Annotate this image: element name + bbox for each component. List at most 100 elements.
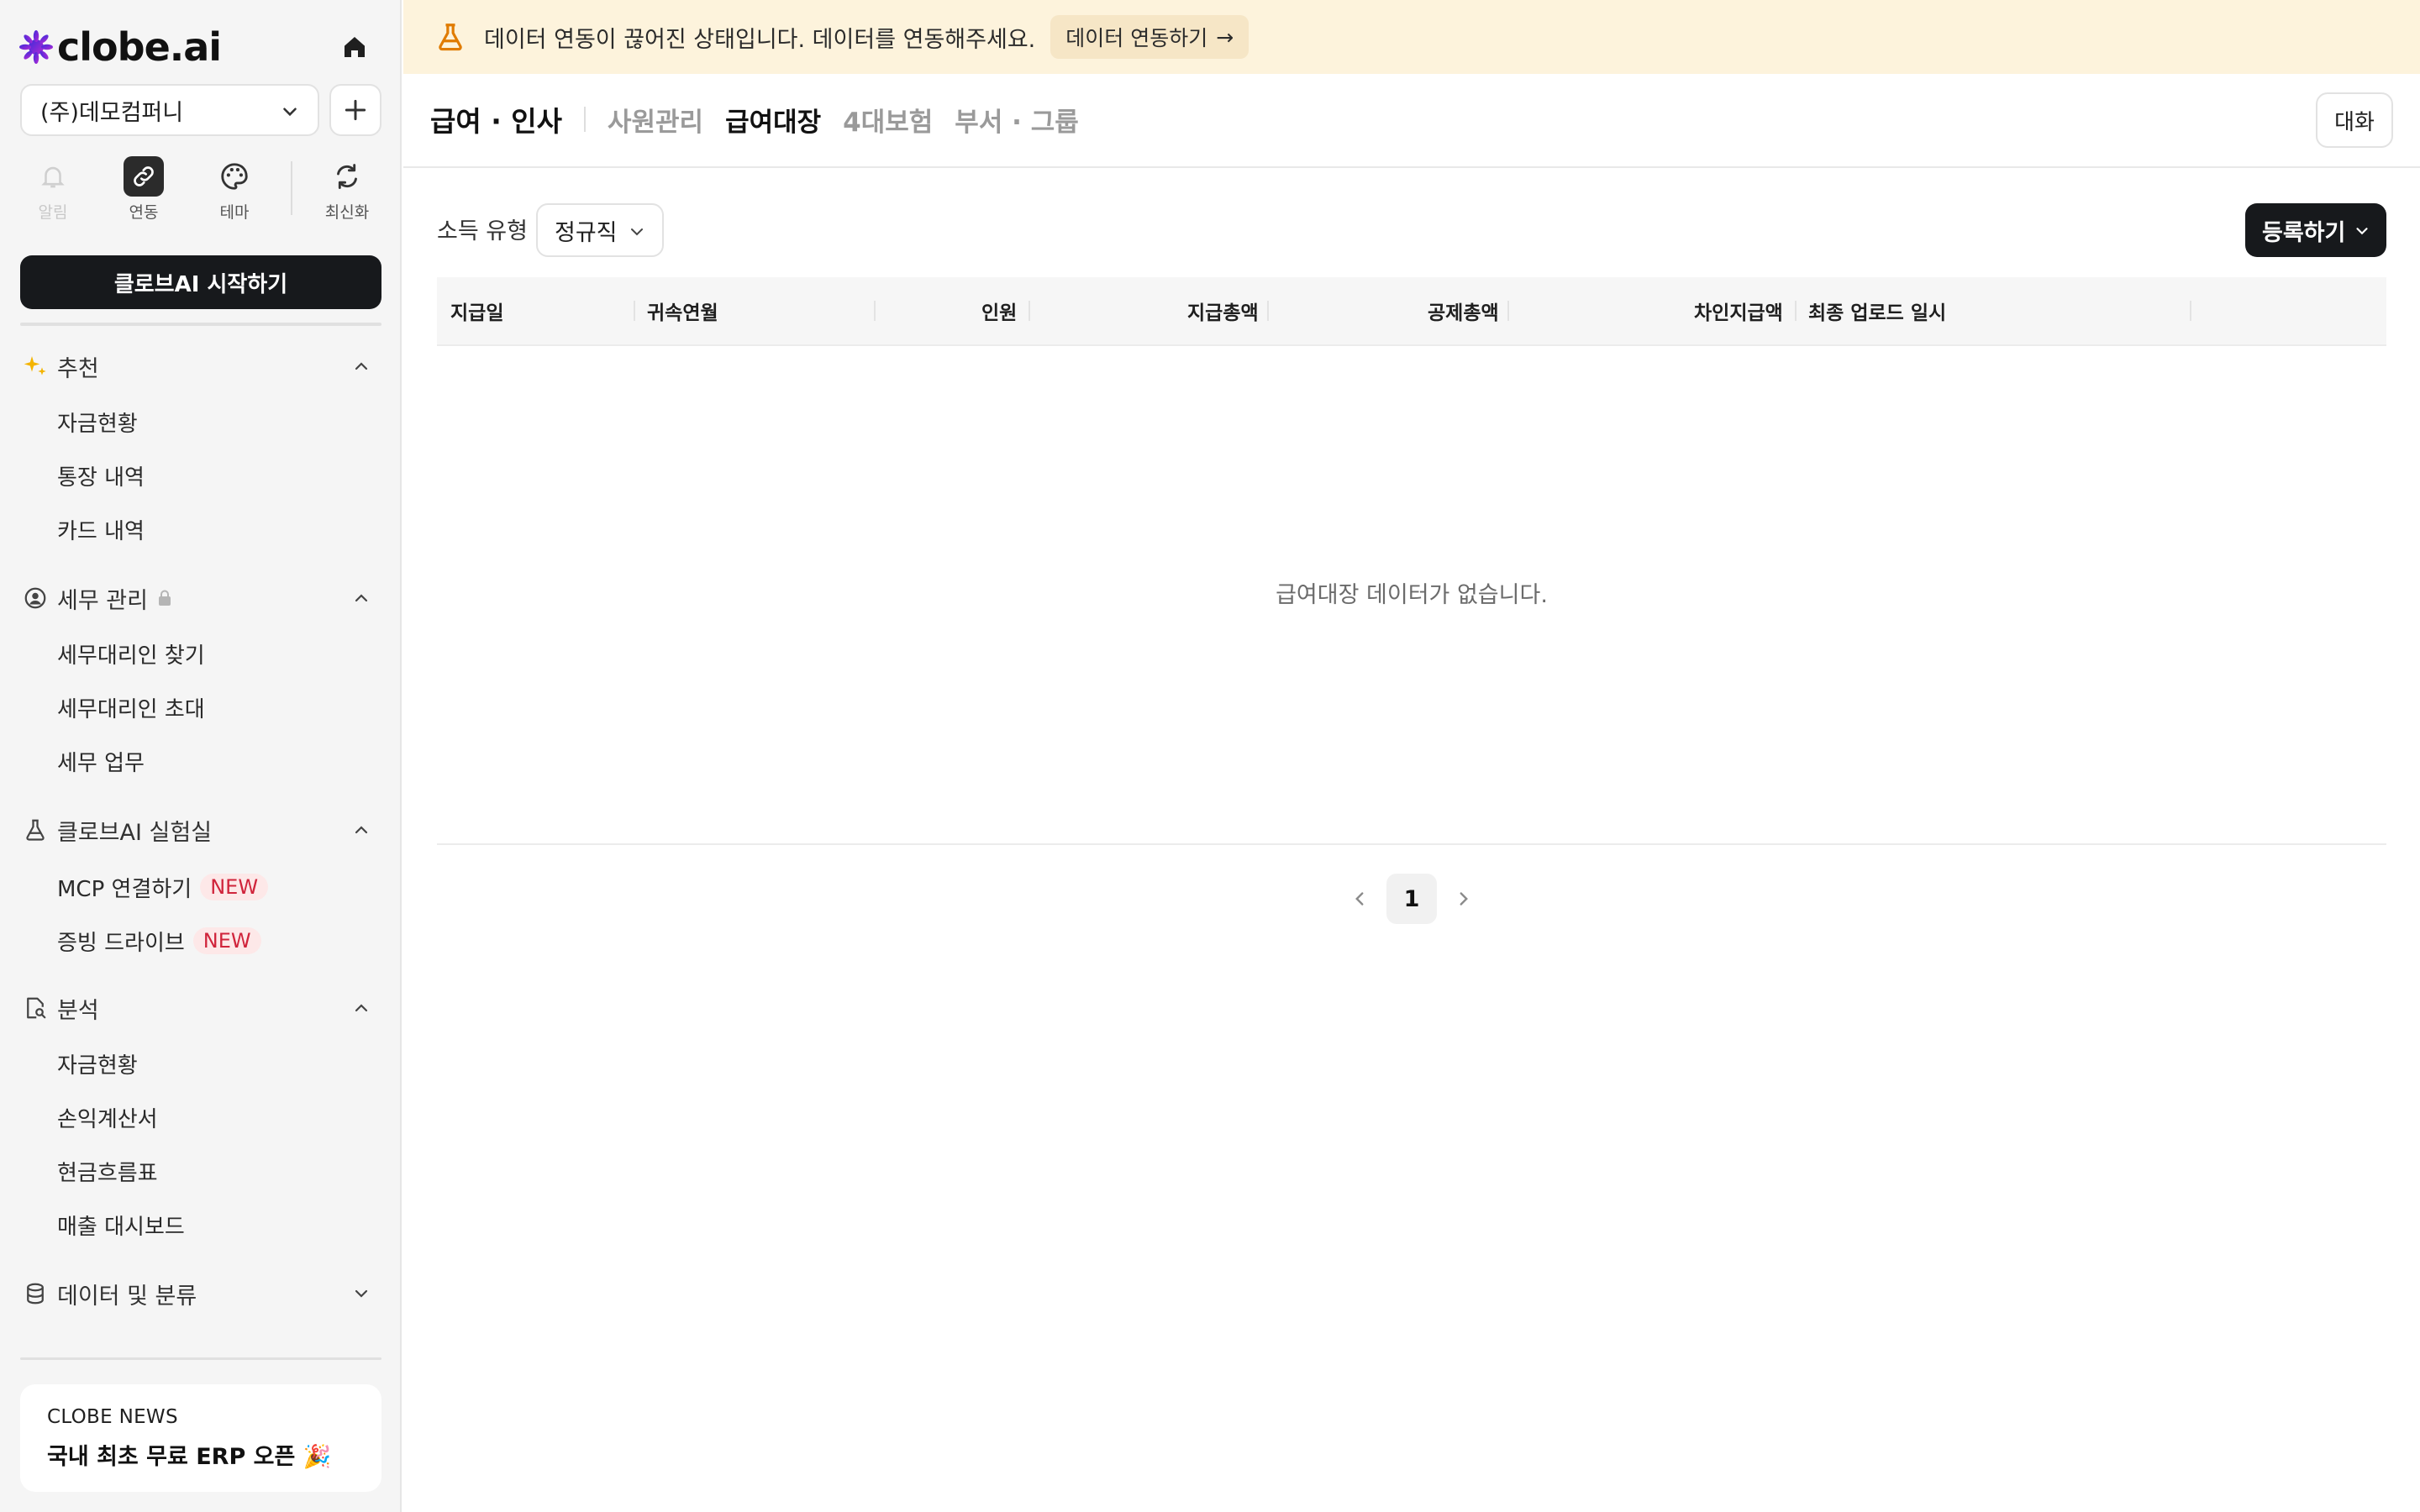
chevron-down-icon xyxy=(355,1289,368,1298)
quick-theme-label: 테마 xyxy=(219,203,250,222)
register-button[interactable]: 등록하기 xyxy=(2245,203,2386,257)
column-divider xyxy=(1507,301,1509,321)
column-divider xyxy=(634,301,635,321)
sidebar-item-income-statement[interactable]: 손익계산서 xyxy=(57,1094,158,1141)
start-clobe-ai-button[interactable]: 클로브AI 시작하기 xyxy=(20,255,381,309)
company-select[interactable]: (주)데모컴퍼니 xyxy=(20,84,319,136)
sidebar-divider xyxy=(20,1357,381,1360)
sidebar-item-card-history[interactable]: 카드 내역 xyxy=(57,506,145,553)
quick-link-label: 연동 xyxy=(129,203,159,222)
flask-icon xyxy=(20,815,50,845)
link-icon xyxy=(124,156,164,197)
column-divider xyxy=(1267,301,1269,321)
top-tabs: 급여 · 인사 사원관리 급여대장 4대보험 부서 · 그룹 xyxy=(430,94,1101,144)
news-kicker: CLOBE NEWS xyxy=(47,1406,178,1428)
refresh-icon xyxy=(327,156,367,197)
brand-name: clobe.ai xyxy=(57,24,222,70)
quick-refresh-button[interactable]: 최신화 xyxy=(309,156,385,223)
sidebar-item-invite-tax-agent[interactable]: 세무대리인 초대 xyxy=(57,684,205,731)
sidebar-item-find-tax-agent[interactable]: 세무대리인 찾기 xyxy=(57,630,205,677)
chevron-down-icon xyxy=(283,108,297,117)
sidebar-item-funds[interactable]: 자금현황 xyxy=(57,398,138,445)
income-type-label: 소득 유형 xyxy=(437,218,528,244)
section-data[interactable]: 데이터 및 분류 xyxy=(20,1268,381,1319)
new-badge: NEW xyxy=(192,927,261,954)
tab-payroll[interactable]: 급여대장 xyxy=(725,101,821,139)
section-analysis[interactable]: 분석 xyxy=(20,983,381,1033)
flask-icon xyxy=(434,20,467,54)
section-tax-title: 세무 관리 xyxy=(57,587,148,614)
col-headcount[interactable]: 인원 xyxy=(981,277,1017,344)
sidebar-item-sales-dashboard[interactable]: 매출 대시보드 xyxy=(57,1201,185,1248)
chat-button[interactable]: 대화 xyxy=(2316,92,2393,148)
quick-theme-button[interactable]: 테마 xyxy=(197,156,272,223)
col-payment-date[interactable]: 지급일 xyxy=(450,277,503,344)
quick-alarm-label: 알림 xyxy=(38,203,68,222)
section-tax[interactable]: 세무 관리 xyxy=(20,573,381,623)
col-last-upload[interactable]: 최종 업로드 일시 xyxy=(1808,277,1946,344)
section-lab-title: 클로브AI 실험실 xyxy=(57,819,213,846)
connect-data-label: 데이터 연동하기 xyxy=(1065,26,1208,50)
banner-message: 데이터 연동이 끊어진 상태입니다. 데이터를 연동해주세요. xyxy=(484,26,1036,53)
lock-icon xyxy=(155,588,175,608)
col-belong-month[interactable]: 귀속연월 xyxy=(647,277,718,344)
tab-departments[interactable]: 부서 · 그룹 xyxy=(955,101,1078,139)
section-recommend[interactable]: 추천 xyxy=(20,341,381,391)
chevron-down-icon xyxy=(631,228,643,236)
col-net-payment[interactable]: 차인지급액 xyxy=(1694,277,1783,344)
database-icon xyxy=(20,1278,50,1309)
pagination-prev-button[interactable] xyxy=(1343,882,1376,916)
sidebar-item-analysis-funds[interactable]: 자금현황 xyxy=(57,1040,138,1087)
section-title: 급여 · 인사 xyxy=(430,105,562,138)
sidebar-item-mcp[interactable]: MCP 연결하기 NEW xyxy=(57,864,269,911)
document-search-icon xyxy=(20,993,50,1023)
clobe-logo-icon xyxy=(19,30,53,64)
col-total-deduction[interactable]: 공제총액 xyxy=(1428,277,1499,344)
connection-warning-banner: 데이터 연동이 끊어진 상태입니다. 데이터를 연동해주세요. 데이터 연동하기… xyxy=(403,0,2420,74)
user-shield-icon xyxy=(20,583,50,613)
pagination-page[interactable]: 1 xyxy=(1386,874,1437,924)
connect-data-button[interactable]: 데이터 연동하기 → xyxy=(1050,15,1249,59)
column-divider xyxy=(2190,301,2191,321)
sparkles-icon xyxy=(20,351,50,381)
sidebar: clobe.ai (주)데모컴퍼니 알림 연동 테마 최신화 클로브AI 시작하 xyxy=(0,0,402,1512)
col-total-payment[interactable]: 지급총액 xyxy=(1187,277,1259,344)
new-badge: NEW xyxy=(200,874,269,900)
chevron-right-icon xyxy=(1460,892,1468,906)
payroll-table-header: 지급일 귀속연월 인원 지급총액 공제총액 차인지급액 최종 업로드 일시 xyxy=(437,277,2386,346)
palette-icon xyxy=(214,156,255,197)
section-data-title: 데이터 및 분류 xyxy=(57,1283,197,1310)
tab-insurance[interactable]: 4대보험 xyxy=(843,101,933,139)
tab-employees[interactable]: 사원관리 xyxy=(608,101,703,139)
section-recommend-title: 추천 xyxy=(57,355,99,382)
chevron-up-icon xyxy=(355,594,368,602)
home-button[interactable] xyxy=(336,29,373,66)
add-company-button[interactable] xyxy=(329,84,381,136)
chevron-down-icon xyxy=(2356,228,2368,235)
news-card[interactable]: CLOBE NEWS 국내 최초 무료 ERP 오픈 🎉 xyxy=(20,1384,381,1492)
income-type-value: 정규직 xyxy=(555,219,618,246)
company-name: (주)데모컴퍼니 xyxy=(40,99,184,126)
sidebar-item-evidence-drive[interactable]: 증빙 드라이브 NEW xyxy=(57,917,261,964)
column-divider xyxy=(1795,301,1797,321)
chevron-up-icon xyxy=(355,362,368,370)
sidebar-item-tax-work[interactable]: 세무 업무 xyxy=(57,738,145,785)
section-analysis-title: 분석 xyxy=(57,997,99,1024)
sidebar-item-mcp-label: MCP 연결하기 xyxy=(57,876,192,902)
quick-divider xyxy=(291,161,292,215)
sidebar-item-bank-history[interactable]: 통장 내역 xyxy=(57,452,145,499)
quick-refresh-label: 최신화 xyxy=(324,203,370,222)
home-icon xyxy=(345,37,365,57)
income-type-select[interactable]: 정규직 xyxy=(536,203,664,257)
quick-link-button[interactable]: 연동 xyxy=(106,156,182,223)
bell-icon xyxy=(33,156,73,197)
register-label: 등록하기 xyxy=(2262,219,2346,246)
chevron-left-icon xyxy=(1355,892,1364,906)
brand[interactable]: clobe.ai xyxy=(18,24,222,71)
sidebar-item-evidence-drive-label: 증빙 드라이브 xyxy=(57,930,185,956)
sidebar-item-cash-flow[interactable]: 현금흐름표 xyxy=(57,1147,158,1194)
pagination-next-button[interactable] xyxy=(1447,882,1481,916)
header-divider xyxy=(403,166,2420,168)
section-lab[interactable]: 클로브AI 실험실 xyxy=(20,805,381,855)
quick-alarm-button[interactable]: 알림 xyxy=(15,156,91,223)
